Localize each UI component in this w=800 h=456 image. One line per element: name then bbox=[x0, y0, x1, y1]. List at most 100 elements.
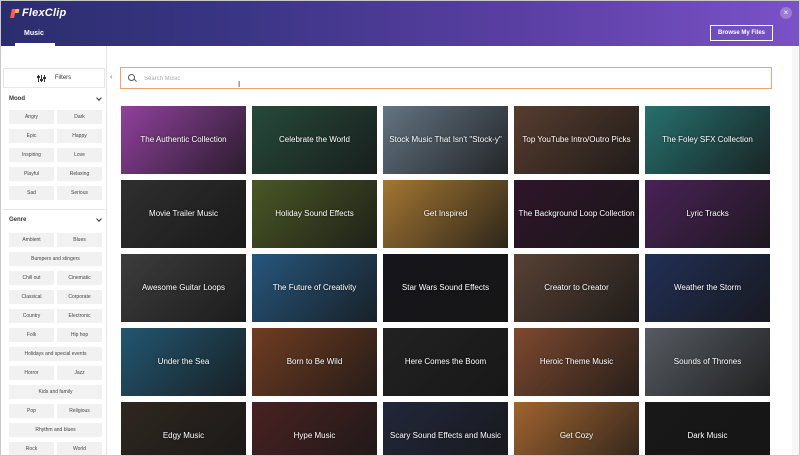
collection-card[interactable]: Sounds of Thrones bbox=[645, 328, 770, 396]
collection-title: Dark Music bbox=[687, 431, 728, 440]
search-bar[interactable] bbox=[120, 67, 772, 89]
collection-card[interactable]: Movie Trailer Music bbox=[121, 180, 246, 248]
collection-card[interactable]: Edgy Music bbox=[121, 402, 246, 455]
genre-chip[interactable]: Rock bbox=[9, 442, 54, 455]
collection-title: Under the Sea bbox=[157, 357, 210, 366]
mood-chip[interactable]: Sad bbox=[9, 186, 54, 200]
genre-chip[interactable]: Cinematic bbox=[57, 271, 102, 285]
genre-chip[interactable]: Pop bbox=[9, 404, 54, 418]
genre-chip[interactable]: Chill out bbox=[9, 271, 54, 285]
search-icon bbox=[128, 74, 135, 81]
collection-title: The Authentic Collection bbox=[140, 135, 227, 144]
filter-sidebar: Filters Mood Angry Dark Epic Happy Inspiring… bbox=[1, 46, 107, 455]
collection-title: Top YouTube Intro/Outro Picks bbox=[522, 135, 631, 144]
logo-text: FlexClip bbox=[22, 7, 67, 19]
collection-card[interactable]: Creator to Creator bbox=[514, 254, 639, 322]
mood-chip[interactable]: Epic bbox=[9, 129, 54, 143]
collection-card[interactable]: The Foley SFX Collection bbox=[645, 106, 770, 174]
genre-chip[interactable]: Horror bbox=[9, 366, 54, 380]
genre-label: Genre bbox=[9, 217, 27, 223]
sliders-icon bbox=[36, 74, 46, 82]
genre-chip[interactable]: World bbox=[57, 442, 102, 455]
collection-title: Awesome Guitar Loops bbox=[141, 283, 225, 292]
collection-title: Get Inspired bbox=[423, 209, 468, 218]
collection-card[interactable]: Born to Be Wild bbox=[252, 328, 377, 396]
genre-chip[interactable]: Electronic bbox=[57, 309, 102, 323]
collection-card[interactable]: Get Inspired bbox=[383, 180, 508, 248]
collection-title: Star Wars Sound Effects bbox=[401, 283, 490, 292]
collection-card[interactable]: Under the Sea bbox=[121, 328, 246, 396]
genre-chip[interactable]: Classical bbox=[9, 290, 54, 304]
collection-card[interactable]: Star Wars Sound Effects bbox=[383, 254, 508, 322]
genre-chip[interactable]: Religious bbox=[57, 404, 102, 418]
collection-card[interactable]: Heroic Theme Music bbox=[514, 328, 639, 396]
mood-chip[interactable]: Playful bbox=[9, 167, 54, 181]
browse-my-files-button[interactable]: Browse My Files bbox=[710, 25, 773, 41]
collection-title: Hype Music bbox=[293, 431, 336, 440]
genre-chip[interactable]: Jazz bbox=[57, 366, 102, 380]
chevron-down-icon bbox=[96, 216, 102, 222]
mood-chip[interactable]: Inspiring bbox=[9, 148, 54, 162]
logo-icon bbox=[11, 9, 20, 18]
collection-card[interactable]: Holiday Sound Effects bbox=[252, 180, 377, 248]
genre-chip[interactable]: Bumpers and stingers bbox=[9, 252, 102, 266]
collection-card[interactable]: Stock Music That Isn't "Stock-y" bbox=[383, 106, 508, 174]
chevron-down-icon bbox=[96, 95, 102, 101]
mood-chip[interactable]: Relaxing bbox=[57, 167, 102, 181]
collection-card[interactable]: Scary Sound Effects and Music bbox=[383, 402, 508, 455]
search-input[interactable] bbox=[144, 72, 744, 85]
mood-chip[interactable]: Dark bbox=[57, 110, 102, 124]
mood-label: Mood bbox=[9, 96, 25, 102]
genre-chip[interactable]: Folk bbox=[9, 328, 54, 342]
collection-title: Holiday Sound Effects bbox=[275, 209, 354, 218]
genre-chip[interactable]: Rhythm and blues bbox=[9, 423, 102, 437]
tab-music[interactable]: Music bbox=[24, 30, 44, 37]
genre-chip[interactable]: Ambient bbox=[9, 233, 54, 247]
collection-card[interactable]: Hype Music bbox=[252, 402, 377, 455]
collection-card[interactable]: Here Comes the Boom bbox=[383, 328, 508, 396]
collection-title: Edgy Music bbox=[162, 431, 205, 440]
scrollbar[interactable] bbox=[792, 46, 799, 455]
filters-label: Filters bbox=[54, 75, 72, 81]
mood-section-header[interactable]: Mood bbox=[9, 95, 103, 102]
app-window: FlexClip Music Browse My Files × Filters… bbox=[0, 0, 800, 456]
collection-card[interactable]: The Future of Creativity bbox=[252, 254, 377, 322]
genre-chip[interactable]: Kids and family bbox=[9, 385, 102, 399]
collection-card[interactable]: The Authentic Collection bbox=[121, 106, 246, 174]
close-icon[interactable]: × bbox=[780, 7, 792, 19]
collection-title: Sounds of Thrones bbox=[673, 357, 742, 366]
genre-chip[interactable]: Country bbox=[9, 309, 54, 323]
collection-card[interactable]: Awesome Guitar Loops bbox=[121, 254, 246, 322]
mood-chip[interactable]: Happy bbox=[57, 129, 102, 143]
genre-section-header[interactable]: Genre bbox=[9, 216, 103, 223]
header-bar: FlexClip Music Browse My Files × bbox=[1, 1, 799, 46]
genre-chip[interactable]: Blues bbox=[57, 233, 102, 247]
collection-title: Movie Trailer Music bbox=[149, 209, 218, 218]
collection-title: Creator to Creator bbox=[544, 283, 609, 292]
collection-card[interactable]: Weather the Storm bbox=[645, 254, 770, 322]
filters-toggle[interactable]: Filters bbox=[3, 68, 105, 88]
genre-chip[interactable]: Hip hop bbox=[57, 328, 102, 342]
collection-card[interactable]: Get Cozy bbox=[514, 402, 639, 455]
genre-chip[interactable]: Holidays and special events bbox=[9, 347, 102, 361]
collection-title: The Background Loop Collection bbox=[518, 209, 635, 218]
collection-title: Born to Be Wild bbox=[286, 357, 343, 366]
collection-title: Heroic Theme Music bbox=[539, 357, 614, 366]
mood-chip[interactable]: Serious bbox=[57, 186, 102, 200]
genre-chip[interactable]: Corporate bbox=[57, 290, 102, 304]
text-cursor-icon: I bbox=[238, 80, 241, 89]
collection-title: Here Comes the Boom bbox=[404, 357, 487, 366]
mood-chip[interactable]: Love bbox=[57, 148, 102, 162]
mood-chip[interactable]: Angry bbox=[9, 110, 54, 124]
collection-card[interactable]: The Background Loop Collection bbox=[514, 180, 639, 248]
collection-card[interactable]: Dark Music bbox=[645, 402, 770, 455]
collapse-sidebar-icon[interactable]: ‹ bbox=[110, 74, 112, 81]
collection-card[interactable]: Top YouTube Intro/Outro Picks bbox=[514, 106, 639, 174]
collection-card[interactable]: Celebrate the World bbox=[252, 106, 377, 174]
collection-title: Scary Sound Effects and Music bbox=[389, 431, 502, 440]
flexclip-logo[interactable]: FlexClip bbox=[11, 7, 66, 19]
collection-title: The Future of Creativity bbox=[272, 283, 357, 292]
collection-card[interactable]: Lyric Tracks bbox=[645, 180, 770, 248]
collection-title: Weather the Storm bbox=[674, 283, 741, 292]
collection-title: Lyric Tracks bbox=[686, 209, 729, 218]
